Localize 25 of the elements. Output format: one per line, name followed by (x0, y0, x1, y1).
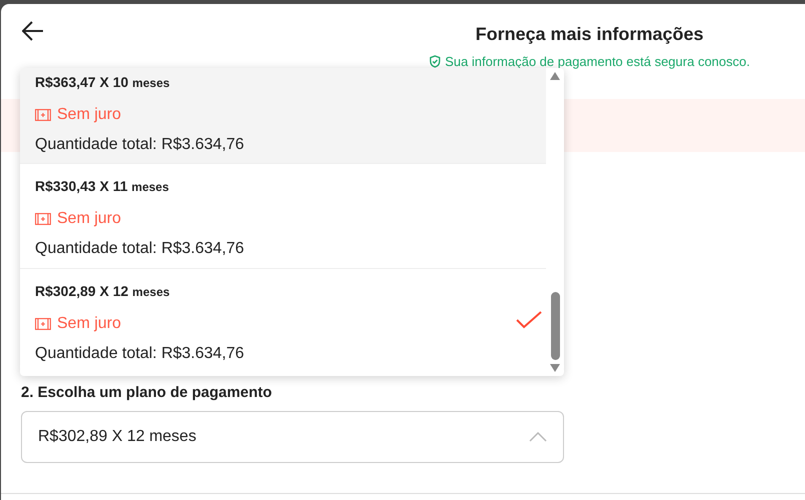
option-amount: R$330,43 X 11 meses (35, 177, 170, 196)
secure-note: Sua informação de pagamento está segura conosco. (445, 53, 750, 71)
scroll-down-icon[interactable] (550, 364, 560, 372)
plan-option[interactable]: R$330,43 X 11 meses Sem juro Quantidade total: R$3.634,76 (20, 163, 546, 268)
shield-check-icon (429, 55, 441, 68)
step-label: 2. Escolha um plano de pagamento (21, 383, 273, 403)
plan-option[interactable]: R$363,47 X 10 meses Sem juro Quantidade total: R$3.634,76 (20, 68, 546, 163)
interest-label: Sem juro (57, 105, 122, 125)
back-arrow-icon[interactable] (22, 21, 44, 41)
chevron-icon (529, 432, 547, 442)
interest-label: Sem juro (57, 314, 122, 334)
option-total: Quantidade total: R$3.634,76 (35, 135, 246, 155)
cash-icon (35, 318, 51, 330)
option-total: Quantidade total: R$3.634,76 (35, 239, 246, 259)
cash-icon (35, 213, 51, 225)
interest-label: Sem juro (57, 209, 122, 229)
option-amount: R$363,47 X 10 meses (35, 73, 171, 92)
plan-select[interactable]: R$302,89 X 12 meses (21, 410, 564, 462)
option-amount: R$302,89 X 12 meses (35, 282, 171, 301)
scrollbar-thumb[interactable] (550, 292, 560, 360)
option-total: Quantidade total: R$3.634,76 (35, 344, 246, 364)
scroll-up-icon[interactable] (550, 72, 560, 80)
cash-icon (35, 109, 51, 121)
page-title: Forneça mais informações (475, 23, 704, 46)
plan-option[interactable]: R$302,89 X 12 meses Sem juro Quantidade total: R$3.634,76 (20, 268, 546, 373)
